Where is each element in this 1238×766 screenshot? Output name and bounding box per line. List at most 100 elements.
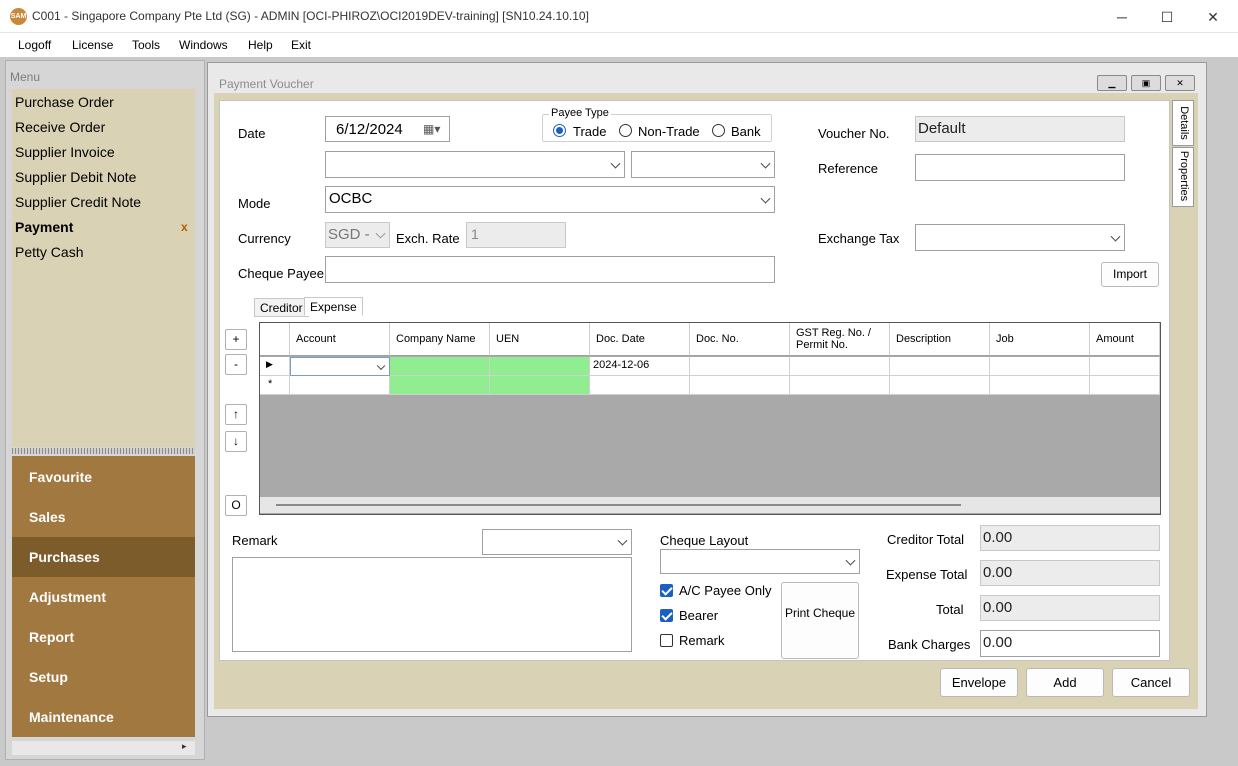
col-doc-no[interactable]: Doc. No.: [690, 323, 790, 356]
bank-charges-input[interactable]: 0.00: [980, 630, 1160, 657]
nav-sales[interactable]: Sales: [12, 497, 195, 537]
payee-nontrade-radio[interactable]: [619, 124, 632, 137]
new-amount-cell[interactable]: [1090, 376, 1160, 395]
payee-trade-label[interactable]: Trade: [573, 124, 606, 139]
print-cheque-button[interactable]: Print Cheque: [781, 582, 859, 659]
nav-adjustment[interactable]: Adjustment: [12, 577, 195, 617]
menu-item-supplier-credit-note[interactable]: Supplier Credit Note: [15, 194, 141, 210]
move-up-button[interactable]: ↑: [225, 404, 247, 425]
calendar-icon[interactable]: ▦▾: [423, 122, 440, 136]
nav-purchases[interactable]: Purchases: [12, 537, 195, 577]
menu-item-purchase-order[interactable]: Purchase Order: [15, 94, 114, 110]
child-restore-button[interactable]: ▣: [1131, 75, 1161, 91]
menu-item-supplier-invoice[interactable]: Supplier Invoice: [15, 144, 115, 160]
minimize-button[interactable]: ─: [1099, 4, 1145, 30]
envelope-button[interactable]: Envelope: [940, 668, 1018, 697]
payee-sub-select[interactable]: [631, 151, 775, 178]
menu-logoff[interactable]: Logoff: [18, 38, 51, 52]
col-description[interactable]: Description: [890, 323, 990, 356]
payee-bank-radio[interactable]: [712, 124, 725, 137]
scroll-right-icon[interactable]: ▸: [182, 741, 187, 752]
new-company-cell[interactable]: [390, 376, 490, 395]
doc-no-cell[interactable]: [690, 357, 790, 376]
new-description-cell[interactable]: [890, 376, 990, 395]
payee-trade-radio[interactable]: [553, 124, 566, 137]
job-cell[interactable]: [990, 357, 1090, 376]
col-uen[interactable]: UEN: [490, 323, 590, 356]
menu-item-petty-cash[interactable]: Petty Cash: [15, 244, 83, 260]
maximize-button[interactable]: ☐: [1144, 4, 1190, 30]
menu-item-supplier-debit-note[interactable]: Supplier Debit Note: [15, 169, 136, 185]
uen-cell[interactable]: [490, 357, 590, 376]
remark-template-select[interactable]: [482, 529, 632, 555]
description-cell[interactable]: [890, 357, 990, 376]
import-button[interactable]: Import: [1101, 262, 1159, 287]
col-doc-date[interactable]: Doc. Date: [590, 323, 690, 356]
ac-payee-only-checkbox[interactable]: [660, 584, 673, 597]
exch-rate-input[interactable]: 1: [466, 222, 566, 248]
company-name-cell[interactable]: [390, 357, 490, 376]
remove-row-button[interactable]: -: [225, 354, 247, 375]
left-scrollbar[interactable]: [12, 741, 195, 755]
menu-license[interactable]: License: [72, 38, 113, 52]
nav-report[interactable]: Report: [12, 617, 195, 657]
bearer-label[interactable]: Bearer: [679, 608, 718, 623]
cheque-layout-select[interactable]: [660, 549, 860, 574]
cheque-payee-input[interactable]: [325, 256, 775, 283]
child-minimize-button[interactable]: ▁: [1097, 75, 1127, 91]
child-close-button[interactable]: ✕: [1165, 75, 1195, 91]
new-doc-no-cell[interactable]: [690, 376, 790, 395]
tab-expense[interactable]: Expense: [304, 297, 363, 316]
remark-checkbox-label[interactable]: Remark: [679, 633, 725, 648]
ac-payee-only-label[interactable]: A/C Payee Only: [679, 583, 772, 598]
menu-help[interactable]: Help: [248, 38, 273, 52]
menu-windows[interactable]: Windows: [179, 38, 228, 52]
menu-item-payment[interactable]: Payment: [15, 219, 73, 235]
mode-select[interactable]: OCBC: [325, 186, 775, 213]
exchange-tax-select[interactable]: [915, 224, 1125, 251]
tab-creditor[interactable]: Creditor: [254, 298, 309, 317]
new-doc-date-cell[interactable]: [590, 376, 690, 395]
currency-select[interactable]: SGD -: [325, 222, 390, 248]
row-selector[interactable]: ▶: [260, 357, 290, 376]
payee-select[interactable]: [325, 151, 625, 178]
voucher-no-input[interactable]: Default: [915, 116, 1125, 142]
menu-tools[interactable]: Tools: [132, 38, 160, 52]
doc-date-cell[interactable]: 2024-12-06: [590, 357, 690, 376]
move-down-button[interactable]: ↓: [225, 431, 247, 452]
new-job-cell[interactable]: [990, 376, 1090, 395]
cancel-button[interactable]: Cancel: [1112, 668, 1190, 697]
payee-nontrade-label[interactable]: Non-Trade: [638, 124, 700, 139]
payee-bank-label[interactable]: Bank: [731, 124, 761, 139]
bearer-checkbox[interactable]: [660, 609, 673, 622]
col-gst-reg-no[interactable]: GST Reg. No. / Permit No.: [790, 323, 890, 356]
new-row-marker[interactable]: *: [260, 376, 290, 395]
nav-maintenance[interactable]: Maintenance: [12, 697, 195, 737]
add-button[interactable]: Add: [1026, 668, 1104, 697]
tab-properties[interactable]: Properties: [1172, 147, 1194, 207]
new-uen-cell[interactable]: [490, 376, 590, 395]
col-company-name[interactable]: Company Name: [390, 323, 490, 356]
tab-details[interactable]: Details: [1172, 100, 1194, 146]
col-amount[interactable]: Amount: [1090, 323, 1160, 356]
nav-favourite[interactable]: Favourite: [12, 457, 195, 497]
col-job[interactable]: Job: [990, 323, 1090, 356]
close-button[interactable]: ✕: [1190, 4, 1236, 30]
add-row-button[interactable]: +: [225, 329, 247, 350]
amount-cell[interactable]: [1090, 357, 1160, 376]
remark-checkbox[interactable]: [660, 634, 673, 647]
grid-hscroll-thumb[interactable]: [276, 504, 961, 506]
close-payment-icon[interactable]: x: [181, 220, 188, 234]
menu-exit[interactable]: Exit: [291, 38, 311, 52]
panel-splitter[interactable]: [12, 448, 195, 454]
remark-textarea[interactable]: [232, 557, 632, 652]
nav-setup[interactable]: Setup: [12, 657, 195, 697]
account-cell[interactable]: [290, 357, 390, 376]
menu-item-receive-order[interactable]: Receive Order: [15, 119, 105, 135]
gst-cell[interactable]: [790, 357, 890, 376]
reference-input[interactable]: [915, 154, 1125, 181]
new-account-cell[interactable]: [290, 376, 390, 395]
new-gst-cell[interactable]: [790, 376, 890, 395]
options-button[interactable]: O: [225, 495, 247, 516]
date-picker[interactable]: 6/12/2024 ▦▾: [325, 116, 450, 142]
